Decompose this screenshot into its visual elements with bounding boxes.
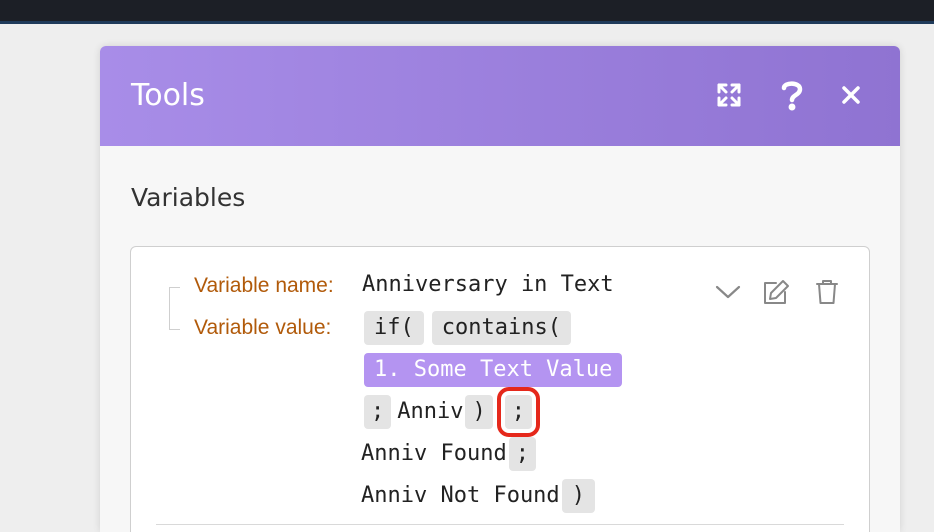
variable-name-label: Variable name: bbox=[194, 274, 334, 297]
app-top-bar bbox=[0, 0, 934, 24]
value-line-1: if( contains( bbox=[364, 311, 579, 345]
expand-icon[interactable] bbox=[712, 78, 746, 112]
modal-title: Tools bbox=[131, 78, 205, 113]
found-text[interactable]: Anniv Found bbox=[361, 437, 507, 471]
mapped-value-token[interactable]: 1. Some Text Value bbox=[364, 353, 623, 387]
tools-modal: Tools Variables Variable name: Anniversa bbox=[100, 46, 900, 532]
value-line-3: ; Anniv ) ; bbox=[364, 387, 541, 437]
close-paren-token[interactable]: ) bbox=[561, 479, 595, 513]
contains-function-token[interactable]: contains( bbox=[431, 311, 571, 345]
edit-icon[interactable] bbox=[759, 275, 793, 309]
modal-header: Tools bbox=[100, 46, 900, 146]
anniv-text[interactable]: Anniv bbox=[397, 395, 463, 429]
value-line-5: Anniv Not Found ) bbox=[361, 479, 603, 513]
value-line-4: Anniv Found ; bbox=[361, 437, 544, 471]
separator-token[interactable]: ; bbox=[508, 437, 536, 471]
not-found-text[interactable]: Anniv Not Found bbox=[361, 479, 560, 513]
variable-name-value[interactable]: Anniversary in Text bbox=[362, 272, 614, 297]
close-paren-token[interactable]: ) bbox=[465, 395, 493, 429]
variable-value-label: Variable value: bbox=[194, 316, 332, 339]
variable-card: Variable name: Anniversary in Text Varia… bbox=[130, 246, 870, 532]
help-icon[interactable] bbox=[775, 78, 809, 112]
trash-icon[interactable] bbox=[810, 275, 844, 309]
chevron-down-icon[interactable] bbox=[711, 275, 745, 309]
value-line-2: 1. Some Text Value bbox=[364, 353, 630, 387]
separator-token-highlighted[interactable]: ; bbox=[496, 387, 541, 437]
close-icon[interactable] bbox=[834, 78, 868, 112]
bracket-decoration bbox=[169, 287, 180, 330]
card-divider bbox=[156, 524, 844, 525]
separator-token[interactable]: ; bbox=[364, 395, 392, 429]
section-title-variables: Variables bbox=[131, 183, 246, 212]
if-function-token[interactable]: if( bbox=[364, 311, 424, 345]
